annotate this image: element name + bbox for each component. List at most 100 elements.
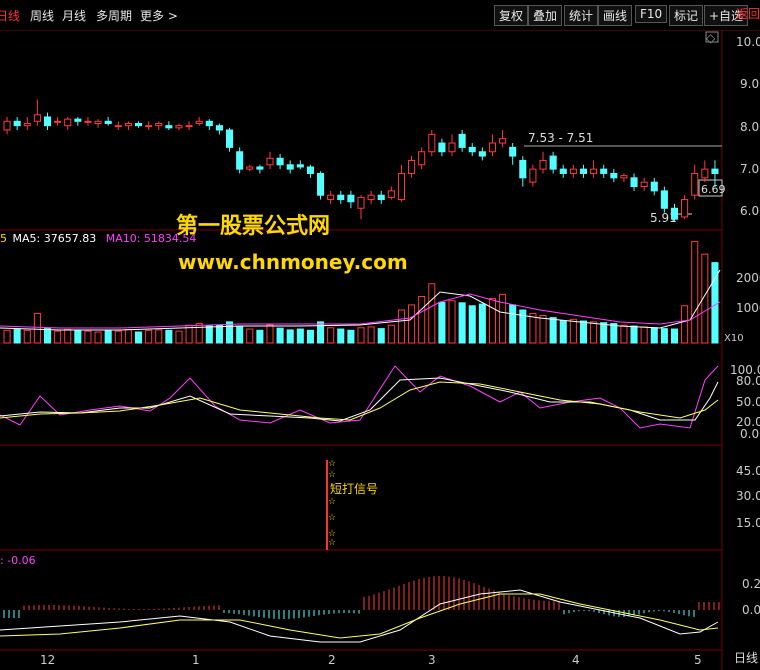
kdj-tick: 80.00 — [736, 374, 760, 388]
stock-chart: 10.00 9.00 8.00 7.00 6.00 2000 1000 X10 … — [0, 30, 760, 670]
candle — [670, 207, 679, 220]
candle — [306, 166, 314, 174]
candle — [408, 159, 416, 174]
candle — [519, 159, 527, 179]
candle — [377, 194, 385, 201]
candle — [367, 194, 375, 201]
candle — [134, 122, 143, 127]
volume-bar — [337, 328, 345, 344]
candle — [711, 168, 719, 174]
volume-bar — [529, 312, 537, 344]
kdj-k-line — [0, 377, 719, 422]
stats-button[interactable]: 统计 — [564, 5, 599, 26]
kdj-j-line — [0, 365, 719, 429]
volume-bar — [600, 322, 608, 344]
candle — [569, 168, 577, 174]
bottom-day-tab[interactable]: 日线 — [734, 649, 758, 666]
volume-bar — [610, 323, 618, 344]
volume-tick: 2000 — [736, 271, 760, 285]
mark-button[interactable]: 标记 — [669, 5, 704, 26]
settings-icon[interactable]: ◇ — [706, 31, 716, 45]
star-icon: ☆ — [328, 470, 336, 480]
candles — [3, 99, 719, 221]
candle — [347, 194, 355, 203]
volume-bar — [276, 327, 284, 344]
volume-bar — [579, 320, 588, 344]
kdj-tick: 0.00 — [740, 427, 760, 441]
candle — [610, 172, 618, 179]
volume-bar — [438, 301, 446, 344]
volume-bar — [458, 302, 466, 344]
candle — [266, 157, 274, 166]
candle — [145, 125, 153, 128]
candle — [428, 133, 436, 153]
volume-bar — [23, 329, 31, 344]
volume-bar — [306, 329, 314, 344]
candle — [701, 168, 709, 179]
volume-bar — [428, 283, 436, 344]
candle — [590, 168, 598, 174]
volume-bar — [559, 320, 567, 344]
x-axis-label: 2 — [328, 653, 336, 667]
candle — [397, 172, 405, 201]
candle — [458, 133, 466, 148]
f10-button[interactable]: F10 — [635, 5, 668, 23]
overlay-button[interactable]: 叠加 — [528, 5, 563, 26]
volume-bar — [266, 324, 274, 344]
more-menu[interactable]: 更多 > — [140, 7, 178, 24]
tab-month[interactable]: 月线 — [62, 7, 86, 24]
volume-bar — [155, 329, 163, 344]
signal-tick: 30.00 — [736, 489, 760, 503]
kdj-tick: 50.00 — [736, 395, 760, 409]
tab-multi-period[interactable]: 多周期 — [96, 7, 132, 24]
candle — [478, 151, 486, 157]
x-axis-label: 4 — [572, 653, 580, 667]
legend-cut: 5 — [0, 232, 7, 245]
ma10-line — [0, 293, 721, 329]
volume-bar — [640, 326, 648, 344]
candle — [246, 166, 254, 170]
candle — [205, 120, 213, 127]
volume-bar — [124, 328, 132, 344]
volume-bar — [660, 328, 668, 344]
candle — [54, 120, 62, 123]
candle — [185, 125, 193, 128]
volume-bar — [448, 300, 456, 344]
candle — [84, 120, 92, 123]
back-button[interactable]: 返回 — [736, 5, 760, 22]
candle — [559, 168, 567, 174]
macd-dea-line — [0, 593, 719, 639]
volume-bar — [539, 315, 547, 344]
fuquan-button[interactable]: 复权 — [494, 5, 529, 26]
volume-bar — [347, 329, 355, 344]
candle — [43, 116, 52, 127]
volume-bar — [84, 330, 92, 344]
candle — [3, 120, 11, 131]
price-tick: 9.00 — [740, 77, 760, 91]
watermark-title: 第一股票公式网 — [176, 214, 331, 239]
x-axis-label: 12 — [40, 653, 55, 667]
tab-week[interactable]: 周线 — [30, 7, 54, 24]
watermark-url: www.chnmoney.com — [178, 250, 408, 274]
tab-day[interactable]: 日线 — [0, 7, 20, 24]
candle — [124, 122, 132, 127]
candle — [94, 120, 102, 124]
candle — [630, 177, 638, 188]
candle — [296, 164, 304, 168]
star-icon: ☆ — [328, 513, 336, 523]
volume-bar — [226, 321, 234, 344]
volume-bar — [327, 327, 335, 344]
candle — [114, 125, 122, 128]
macd-tick: 0.2 — [742, 577, 760, 591]
candle — [23, 122, 31, 127]
candle — [387, 190, 395, 198]
volume-bar — [418, 295, 426, 344]
candle — [357, 196, 365, 209]
candle — [337, 194, 345, 201]
volume-bar — [630, 325, 638, 344]
draw-line-button[interactable]: 画线 — [598, 5, 633, 26]
price-tick: 6.00 — [740, 204, 760, 218]
candle — [600, 168, 608, 174]
macd-legend: : -0.06 — [0, 554, 36, 567]
volume-bar — [236, 326, 244, 344]
